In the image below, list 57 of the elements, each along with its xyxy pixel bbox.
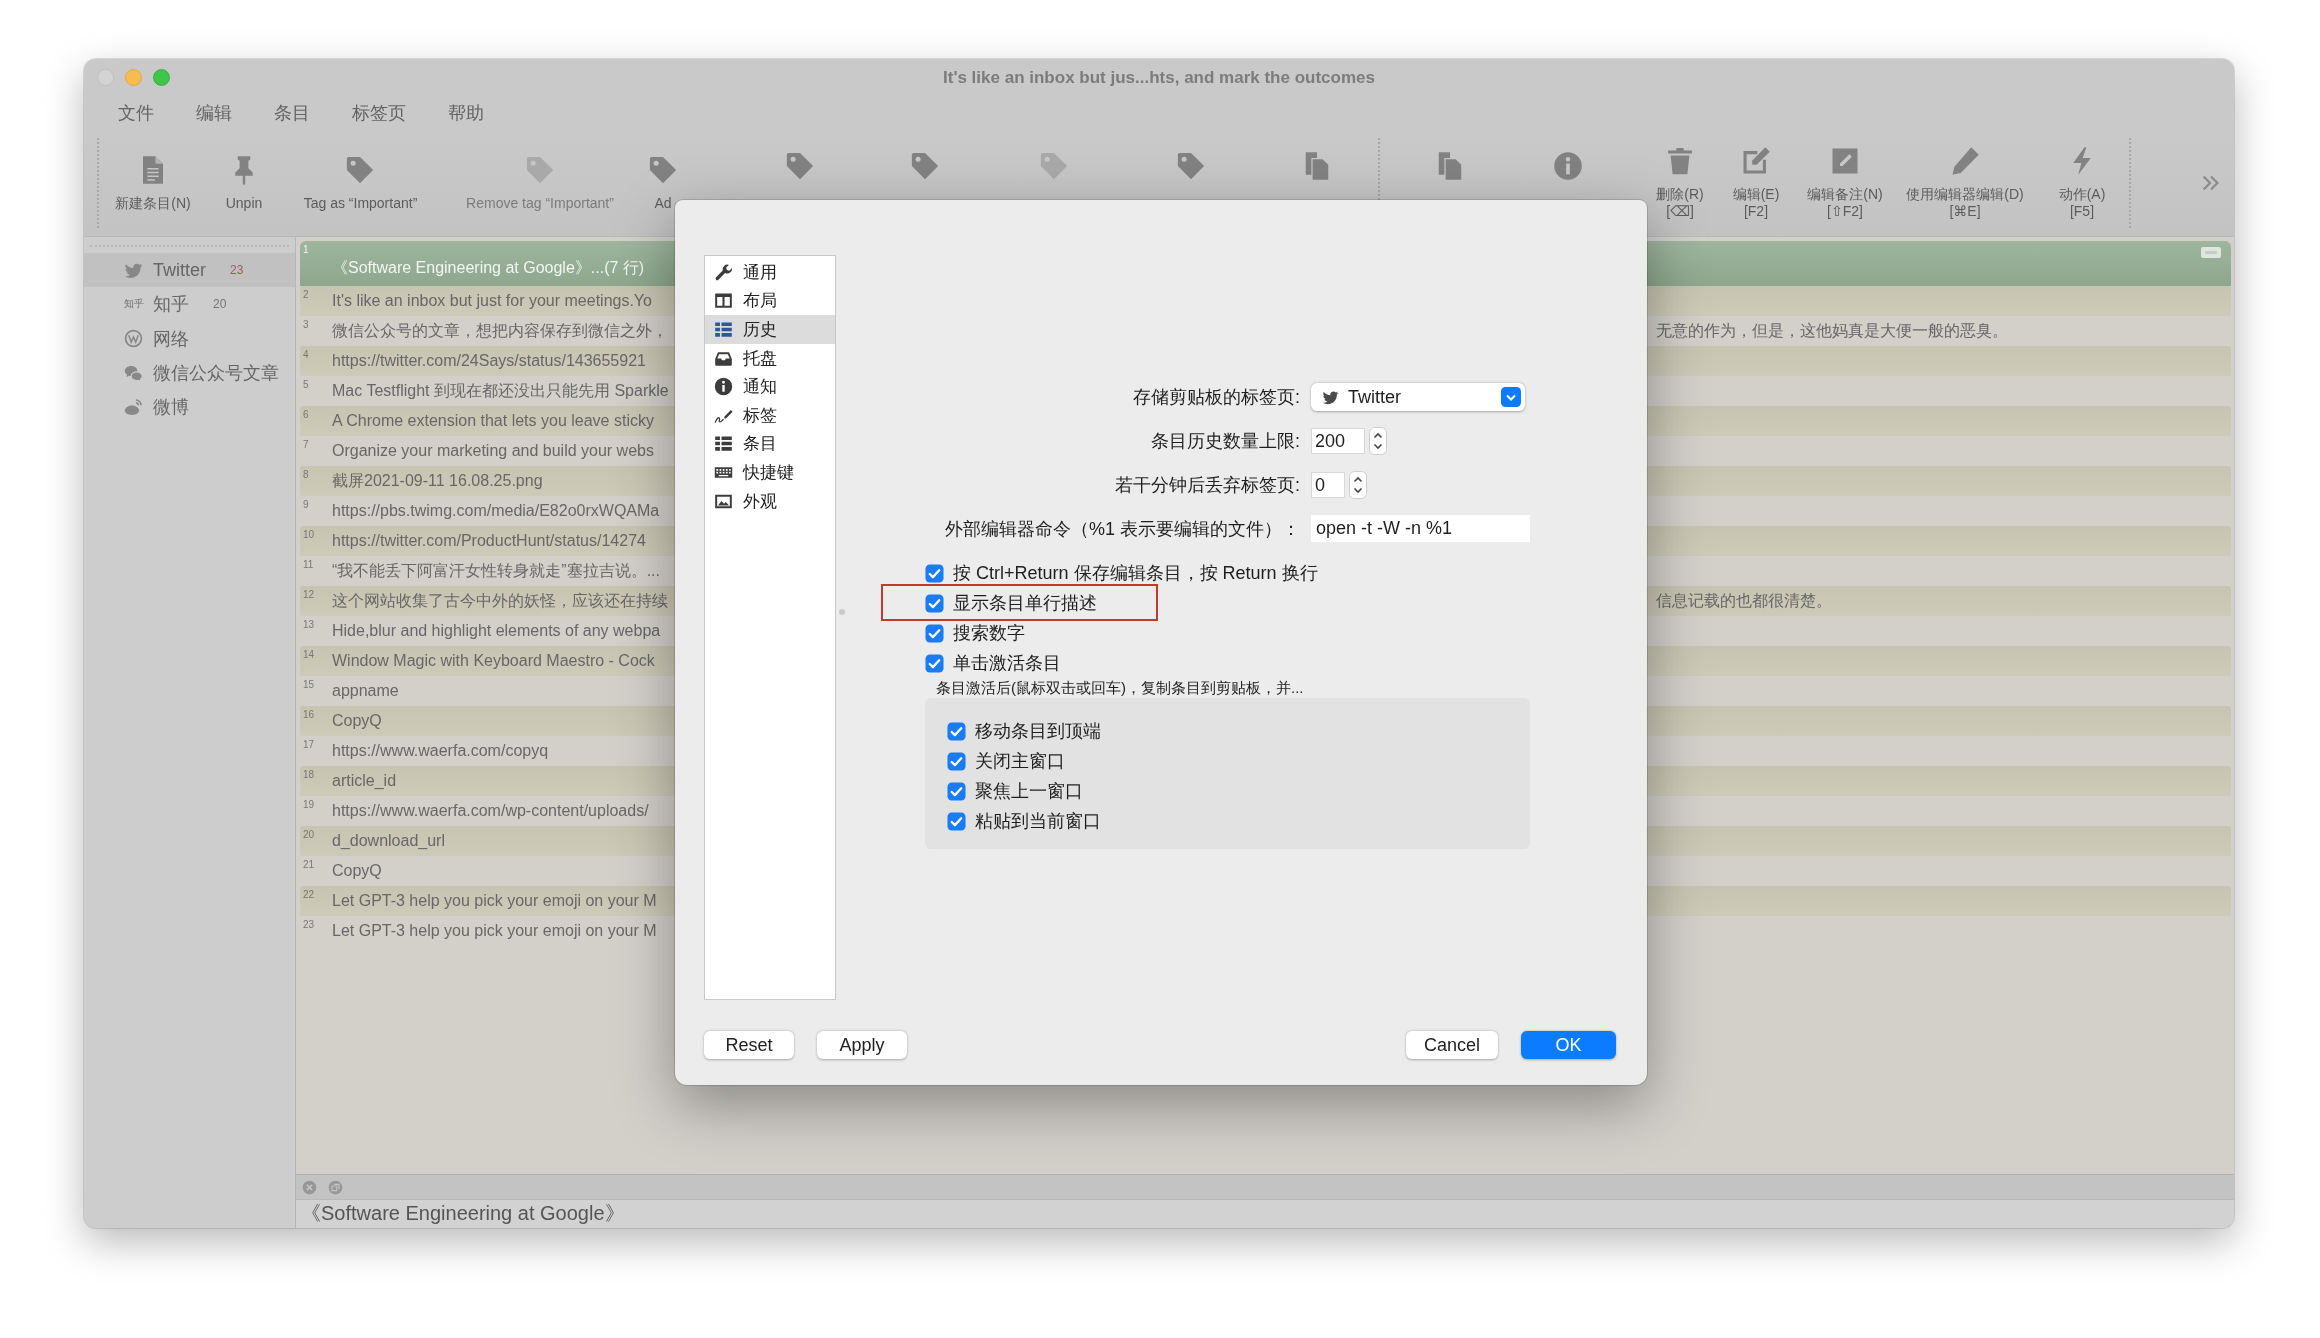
row-text: 信息记载的也都很清楚。 [1656,590,1832,611]
row-text: Hide,blur and highlight elements of any webpa [332,622,661,640]
row-number: 19 [302,798,315,810]
row-text: 微信公众号的文章，想把内容保存到微信之外， [332,320,668,341]
field-label: 外部编辑器命令（%1 表示要编辑的文件）： [944,517,1300,541]
row-number: 12 [302,588,315,600]
row-text: https://twitter.com/24Says/status/143655921 [332,352,646,370]
row-text: “我不能丢下阿富汗女性转身就走”塞拉吉说。... [332,560,660,581]
row-text: article_id [332,772,397,790]
row-number: 1 [302,243,309,255]
row-text: 《Software Engineering at Google》...(7 行) [332,258,645,278]
row-number: 3 [302,318,309,330]
row-number: 16 [302,708,315,720]
logo-text: 知乎 [124,297,143,312]
row-number: 6 [302,408,309,420]
row-text: https://www.waerfa.com/copyq [332,742,549,760]
row-number: 20 [302,828,315,840]
row-text: Organize your marketing and build your webs [332,442,654,460]
row-number: 17 [302,738,315,750]
row-number: 18 [302,768,315,780]
row-text: https://www.waerfa.com/wp-content/uploads/ [332,802,649,820]
field-label: 条目历史数量上限: [1151,430,1300,453]
row-number: 9 [302,498,309,510]
row-number: 2 [302,288,309,300]
row-text: CopyQ [332,712,382,730]
row-text: https://twitter.com/ProductHunt/status/14274 [332,532,646,550]
row-text: A Chrome extension that lets you leave sticky [332,412,654,430]
window-title: It's like an inbox but jus...hts, and mark the outcomes [943,67,1375,88]
preview-text: 《Software Engineering at Google》 [301,1202,625,1224]
row-number: 15 [302,678,315,690]
row-text: Mac Testflight 到现在都还没出只能先用 Sparkle [332,380,669,401]
row-number: 23 [302,918,315,930]
row-number: 8 [302,468,309,480]
row-text: 截屏2021-09-11 16.08.25.png [332,470,543,491]
item-count: 20 [213,297,227,312]
row-text: Let GPT-3 help you pick your emoji on your M [332,892,657,910]
row-number: 22 [302,888,315,900]
row-number: 10 [302,528,315,540]
item-count: 23 [230,263,244,278]
row-text: appname [332,682,399,700]
row-text: d_download_url [332,832,445,850]
row-text: It's like an inbox but just for your meetings.Yo [332,292,652,310]
row-number: 4 [302,348,309,360]
row-text: https://pbs.twimg.com/media/E82o0rxWQAMa [332,502,660,520]
field-label: 若干分钟后丢弃标签页: [1115,474,1300,497]
row-text: Let GPT-3 help you pick your emoji on your M [332,922,657,940]
field-label: 存储剪贴板的标签页: [1133,386,1300,409]
row-text: Window Magic with Keyboard Maestro - Cock [332,652,655,670]
row-text: 这个网站收集了古今中外的妖怪，应该还在持续 [332,590,668,611]
row-number: 21 [302,858,315,870]
row-text: CopyQ [332,862,382,880]
row-number: 14 [302,648,315,660]
row-number: 13 [302,618,315,630]
activation-note: 条目激活后(鼠标双击或回车)，复制条目到剪贴板，并... [935,678,1305,698]
row-number: 5 [302,378,309,390]
row-number: 7 [302,438,309,450]
row-number: 11 [302,558,314,570]
